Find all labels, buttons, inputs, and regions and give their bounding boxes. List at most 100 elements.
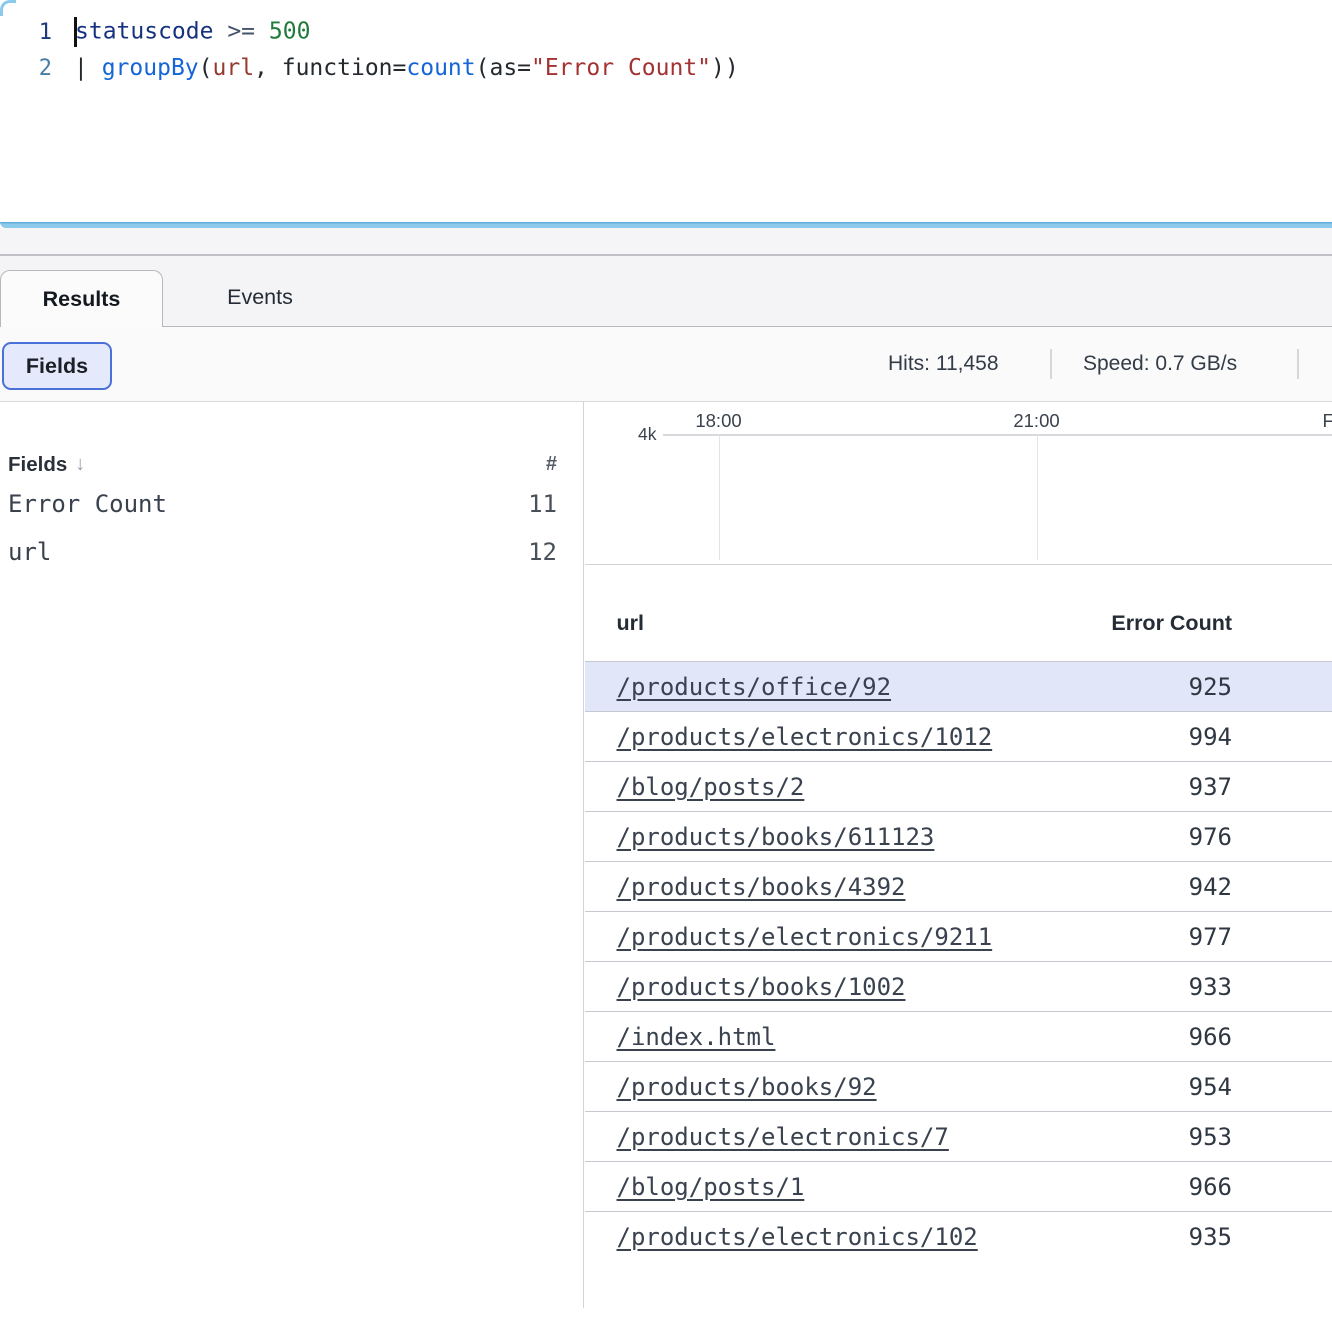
table-row: /products/books/1002 933 — [585, 962, 1332, 1012]
error-count-cell: 953 — [1082, 1123, 1232, 1151]
tab-results[interactable]: Results — [0, 270, 163, 328]
tab-bar: Results Events — [0, 256, 1332, 327]
x-axis-tick-label: F — [1323, 409, 1332, 433]
field-count: 11 — [528, 490, 557, 518]
table-row: /products/books/92954 — [585, 1062, 1332, 1112]
field-count-header: # — [546, 453, 557, 476]
url-link[interactable]: /products/books/1002 — [617, 973, 906, 1001]
url-cell: /products/office/92 — [585, 673, 1083, 701]
url-link[interactable]: /products/office/92 — [617, 673, 892, 701]
url-cell: /products/electronics/102 — [585, 1223, 1083, 1251]
code-lines: 1statuscode >= 5002| groupBy(url, functi… — [0, 0, 1332, 86]
fields-button[interactable]: Fields — [2, 342, 112, 390]
token-function: count — [406, 55, 475, 81]
x-axis-tick-label: 21:00 — [1013, 409, 1059, 433]
stat-divider — [1297, 349, 1299, 379]
token-plain: ( — [199, 55, 213, 81]
column-header-url[interactable]: url — [585, 611, 1083, 636]
event-timeline-chart[interactable]: 4k 18:0021:00F — [585, 402, 1332, 565]
url-link[interactable]: /products/electronics/7 — [617, 1123, 949, 1151]
url-link[interactable]: /blog/posts/2 — [617, 773, 805, 801]
url-link[interactable]: /products/electronics/9211 — [617, 923, 993, 951]
url-link[interactable]: /products/books/92 — [617, 1073, 877, 1101]
token-number: 500 — [269, 19, 311, 45]
token-string: "Error Count" — [531, 55, 711, 81]
editor-focus-corner — [0, 0, 16, 16]
hits-stat: Hits: 11,458 — [888, 352, 999, 376]
url-link[interactable]: /products/electronics/102 — [617, 1223, 978, 1251]
fields-panel-title: Fields — [8, 453, 67, 477]
stat-divider — [1050, 349, 1052, 379]
token-plain: (as= — [476, 55, 531, 81]
code-text: | groupBy(url, function=count(as="Error … — [74, 55, 739, 81]
url-cell: /products/electronics/1012 — [585, 723, 1083, 751]
token-function: groupBy — [102, 55, 199, 81]
token-param: url — [213, 55, 255, 81]
error-count-cell: 935 — [1082, 1223, 1232, 1251]
error-count-cell: 925 — [1082, 673, 1232, 701]
error-count-cell: 966 — [1082, 1023, 1232, 1051]
table-row: /products/electronics/7 953 — [585, 1112, 1332, 1162]
results-panel: 4k 18:0021:00F url Error Count /products… — [585, 402, 1332, 1314]
url-cell: /blog/posts/1 — [585, 1173, 1083, 1201]
fields-panel: Fields ↓ # Error Count11 url 12 — [0, 402, 584, 1308]
table-row: /blog/posts/1 966 — [585, 1162, 1332, 1212]
error-count-cell: 976 — [1082, 823, 1232, 851]
field-name: url — [8, 538, 51, 566]
url-cell: /products/books/1002 — [585, 973, 1083, 1001]
field-row[interactable]: Error Count11 — [0, 480, 583, 528]
url-link[interactable]: /products/books/611123 — [617, 823, 935, 851]
tab-results-label: Results — [43, 287, 121, 312]
table-row: /products/books/4392 942 — [585, 862, 1332, 912]
results-content: Fields ↓ # Error Count11url12 4k 18:0021… — [0, 402, 1332, 1314]
x-axis-line — [663, 434, 1332, 436]
fields-button-label: Fields — [26, 354, 88, 379]
url-link[interactable]: /blog/posts/1 — [617, 1173, 805, 1201]
table-row: /products/electronics/1012 994 — [585, 712, 1332, 762]
error-count-cell: 966 — [1082, 1173, 1232, 1201]
tab-events[interactable]: Events — [163, 269, 357, 326]
line-number: 2 — [0, 56, 74, 81]
url-cell: /products/electronics/7 — [585, 1123, 1083, 1151]
editor-results-divider — [0, 228, 1332, 256]
query-editor[interactable]: 1statuscode >= 5002| groupBy(url, functi… — [0, 0, 1332, 222]
tab-events-label: Events — [227, 285, 293, 310]
field-row[interactable]: url 12 — [0, 528, 583, 576]
code-line: 2| groupBy(url, function=count(as="Error… — [0, 50, 1332, 86]
error-count-cell: 977 — [1082, 923, 1232, 951]
results-table-header: url Error Count — [585, 565, 1332, 662]
line-number: 1 — [0, 20, 74, 45]
table-row: /index.html 966 — [585, 1012, 1332, 1062]
table-row: /blog/posts/2 937 — [585, 762, 1332, 812]
fields-list: Error Count11 url 12 — [0, 480, 583, 576]
url-cell: /products/electronics/9211 — [585, 923, 1083, 951]
url-link[interactable]: /products/electronics/1012 — [617, 723, 993, 751]
sort-down-arrow-icon[interactable]: ↓ — [75, 453, 85, 476]
gridline — [719, 435, 721, 560]
url-link[interactable]: /index.html — [617, 1023, 776, 1051]
table-row: /products/books/611123 976 — [585, 812, 1332, 862]
table-row: /products/office/92 925 — [585, 662, 1332, 712]
error-count-cell: 937 — [1082, 773, 1232, 801]
field-count: 12 — [528, 538, 557, 566]
results-toolbar: Fields Hits: 11,458 Speed: 0.7 GB/s — [0, 327, 1332, 402]
url-cell: /products/books/92 — [585, 1073, 1083, 1101]
token-operator: >= — [213, 19, 268, 45]
url-cell: /index.html — [585, 1023, 1083, 1051]
token-plain: | — [74, 55, 102, 81]
error-count-cell: 933 — [1082, 973, 1232, 1001]
code-line: 1statuscode >= 500 — [0, 14, 1332, 50]
column-header-error-count[interactable]: Error Count — [1082, 611, 1232, 636]
url-cell: /products/books/4392 — [585, 873, 1083, 901]
editor-focus-border — [0, 222, 1332, 228]
error-count-cell: 942 — [1082, 873, 1232, 901]
error-count-cell: 994 — [1082, 723, 1232, 751]
fields-panel-header: Fields ↓ # — [0, 402, 583, 480]
table-row: /products/electronics/102 935 — [585, 1212, 1332, 1262]
code-text: statuscode >= 500 — [74, 17, 310, 47]
token-field: statuscode — [75, 19, 213, 45]
results-table: url Error Count /products/office/92 925/p… — [585, 565, 1332, 1262]
speed-stat: Speed: 0.7 GB/s — [1083, 352, 1237, 376]
url-link[interactable]: /products/books/4392 — [617, 873, 906, 901]
url-cell: /blog/posts/2 — [585, 773, 1083, 801]
